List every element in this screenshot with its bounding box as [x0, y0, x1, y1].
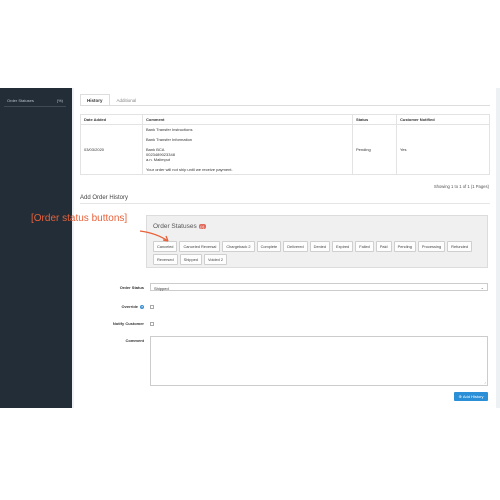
- plus-circle-icon: ⊕: [458, 394, 462, 399]
- status-button-pending[interactable]: Pending: [393, 241, 416, 252]
- status-button-group: Canceled Canceled Reversal Chargeback 2 …: [153, 241, 483, 265]
- column-header-date: Date Added: [80, 114, 143, 125]
- annotation-label: [Order status buttons]: [31, 213, 128, 224]
- override-label-text: Override: [121, 304, 138, 309]
- info-icon[interactable]: ?: [140, 304, 144, 309]
- app-window: Order Statuses (%) History Additional Da…: [0, 88, 500, 408]
- cell-notified: Yes: [396, 124, 490, 175]
- order-status-value: Shipped: [154, 285, 169, 291]
- chevron-down-icon: ⌄: [480, 285, 484, 290]
- sidebar: Order Statuses (%): [0, 88, 72, 408]
- comment-row: Comment ⌟: [74, 336, 496, 388]
- main-panel: History Additional Date Added Comment St…: [74, 88, 496, 408]
- status-button-shipped[interactable]: Shipped: [179, 254, 202, 265]
- notify-customer-checkbox[interactable]: [150, 322, 154, 326]
- status-button-voided[interactable]: Voided 2: [203, 254, 228, 265]
- resize-grip-icon[interactable]: ⌟: [484, 379, 486, 384]
- override-label: Override ?: [122, 304, 144, 309]
- status-button-paid[interactable]: Paid: [375, 241, 392, 252]
- tab-divider: [80, 105, 490, 106]
- status-button-delivered[interactable]: Delivered: [283, 241, 308, 252]
- order-status-label: Order Status: [119, 285, 144, 290]
- override-checkbox[interactable]: [150, 305, 154, 309]
- order-status-row: Order Status Shipped ⌄: [74, 283, 496, 292]
- comment-line: Your order will not ship until we receiv…: [146, 167, 233, 172]
- table-row: 03/03/2020 Bank Transfer Instructions Ba…: [80, 124, 490, 175]
- status-button-complete[interactable]: Complete: [256, 241, 282, 252]
- status-button-chargeback[interactable]: Chargeback 2: [222, 241, 255, 252]
- add-history-title: Add Order History: [80, 195, 129, 201]
- cell-date: 03/03/2020: [80, 124, 143, 175]
- notify-customer-label: Notify Customer: [112, 321, 144, 326]
- column-header-comment: Comment: [142, 114, 353, 125]
- override-row: Override ?: [74, 304, 496, 310]
- status-button-canceled-reversal[interactable]: Canceled Reversal: [179, 241, 221, 252]
- history-table: Date Added Comment Status Customer Notif…: [80, 114, 490, 175]
- status-button-reversed[interactable]: Reversed: [153, 254, 178, 265]
- status-button-denied[interactable]: Denied: [309, 241, 330, 252]
- status-button-expired[interactable]: Expired: [332, 241, 354, 252]
- cell-status: Pending: [352, 124, 397, 175]
- add-history-button[interactable]: ⊕ Add History: [454, 392, 488, 401]
- pagination-text: Showing 1 to 1 of 1 (1 Pages): [433, 184, 489, 189]
- comment-textarea[interactable]: ⌟: [150, 336, 488, 386]
- column-header-status: Status: [352, 114, 397, 125]
- comment-label: Comment: [125, 338, 144, 343]
- order-status-select[interactable]: Shipped ⌄: [150, 283, 488, 291]
- annotation-arrow-icon: [139, 230, 169, 242]
- section-divider: [80, 203, 490, 204]
- cell-comment: Bank Transfer Instructions Bank Transfer…: [142, 124, 353, 175]
- add-history-button-label: Add History: [462, 394, 484, 399]
- status-button-refunded[interactable]: Refunded: [447, 241, 473, 252]
- order-statuses-count-badge: (•): [198, 224, 206, 229]
- sidebar-item-count: (%): [56, 98, 63, 103]
- table-header-row: Date Added Comment Status Customer Notif…: [80, 114, 490, 125]
- status-button-failed[interactable]: Failed: [355, 241, 374, 252]
- status-button-processing[interactable]: Processing: [417, 241, 446, 252]
- order-statuses-panel: Order Statuses (•) Canceled Canceled Rev…: [146, 215, 488, 268]
- notify-row: Notify Customer: [74, 321, 496, 327]
- column-header-notified: Customer Notified: [396, 114, 490, 125]
- sidebar-divider: [4, 106, 66, 107]
- sidebar-item-order-statuses[interactable]: Order Statuses (%): [4, 96, 66, 105]
- sidebar-item-label: Order Statuses: [7, 98, 34, 103]
